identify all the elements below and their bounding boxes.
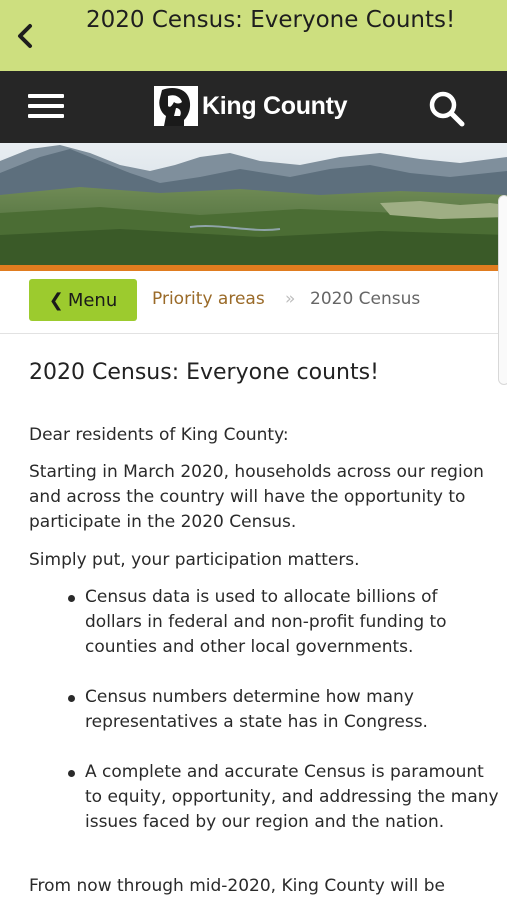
app-bar: 2020 Census: Everyone Counts! bbox=[0, 0, 507, 71]
emphasis-paragraph: Simply put, your participation matters. bbox=[29, 550, 360, 570]
hamburger-icon[interactable] bbox=[28, 94, 64, 122]
breadcrumb-link-priority-areas[interactable]: Priority areas bbox=[152, 289, 265, 309]
closing-paragraph: From now through mid-2020, King County w… bbox=[29, 876, 446, 896]
bullet-list: Census data is used to allocate billions… bbox=[29, 585, 499, 860]
page-title: 2020 Census: Everyone counts! bbox=[29, 360, 379, 385]
bullet-icon bbox=[68, 695, 75, 702]
app-title: 2020 Census: Everyone Counts! bbox=[86, 7, 456, 33]
breadcrumb-current: 2020 Census bbox=[310, 289, 421, 309]
list-item: Census data is used to allocate billions… bbox=[29, 585, 499, 660]
menu-button-label: Menu bbox=[67, 289, 118, 311]
king-county-logo-icon bbox=[154, 86, 198, 126]
breadcrumb: ❮ Menu Priority areas » 2020 Census bbox=[0, 271, 507, 334]
bullet-icon bbox=[68, 770, 75, 777]
list-item-text: Census numbers determine how many repres… bbox=[85, 687, 428, 732]
logo-text: King County bbox=[202, 91, 348, 120]
intro-paragraph: Starting in March 2020, households acros… bbox=[29, 462, 484, 532]
chevron-left-icon: ❮ bbox=[48, 289, 64, 311]
scrollbar-thumb[interactable] bbox=[498, 195, 507, 385]
list-item-text: A complete and accurate Census is paramo… bbox=[85, 762, 499, 832]
banner-image bbox=[0, 143, 507, 265]
search-icon[interactable] bbox=[426, 89, 468, 129]
site-header: King County bbox=[0, 71, 507, 143]
greeting-paragraph: Dear residents of King County: bbox=[29, 425, 289, 445]
site-logo[interactable]: King County bbox=[154, 85, 348, 127]
breadcrumb-separator: » bbox=[285, 289, 296, 309]
list-item: Census numbers determine how many repres… bbox=[29, 685, 499, 735]
chevron-left-icon bbox=[18, 23, 32, 48]
back-button[interactable] bbox=[0, 0, 52, 71]
list-item-text: Census data is used to allocate billions… bbox=[85, 587, 447, 657]
list-item: A complete and accurate Census is paramo… bbox=[29, 760, 499, 835]
menu-button[interactable]: ❮ Menu bbox=[29, 279, 137, 321]
bullet-icon bbox=[68, 595, 75, 602]
